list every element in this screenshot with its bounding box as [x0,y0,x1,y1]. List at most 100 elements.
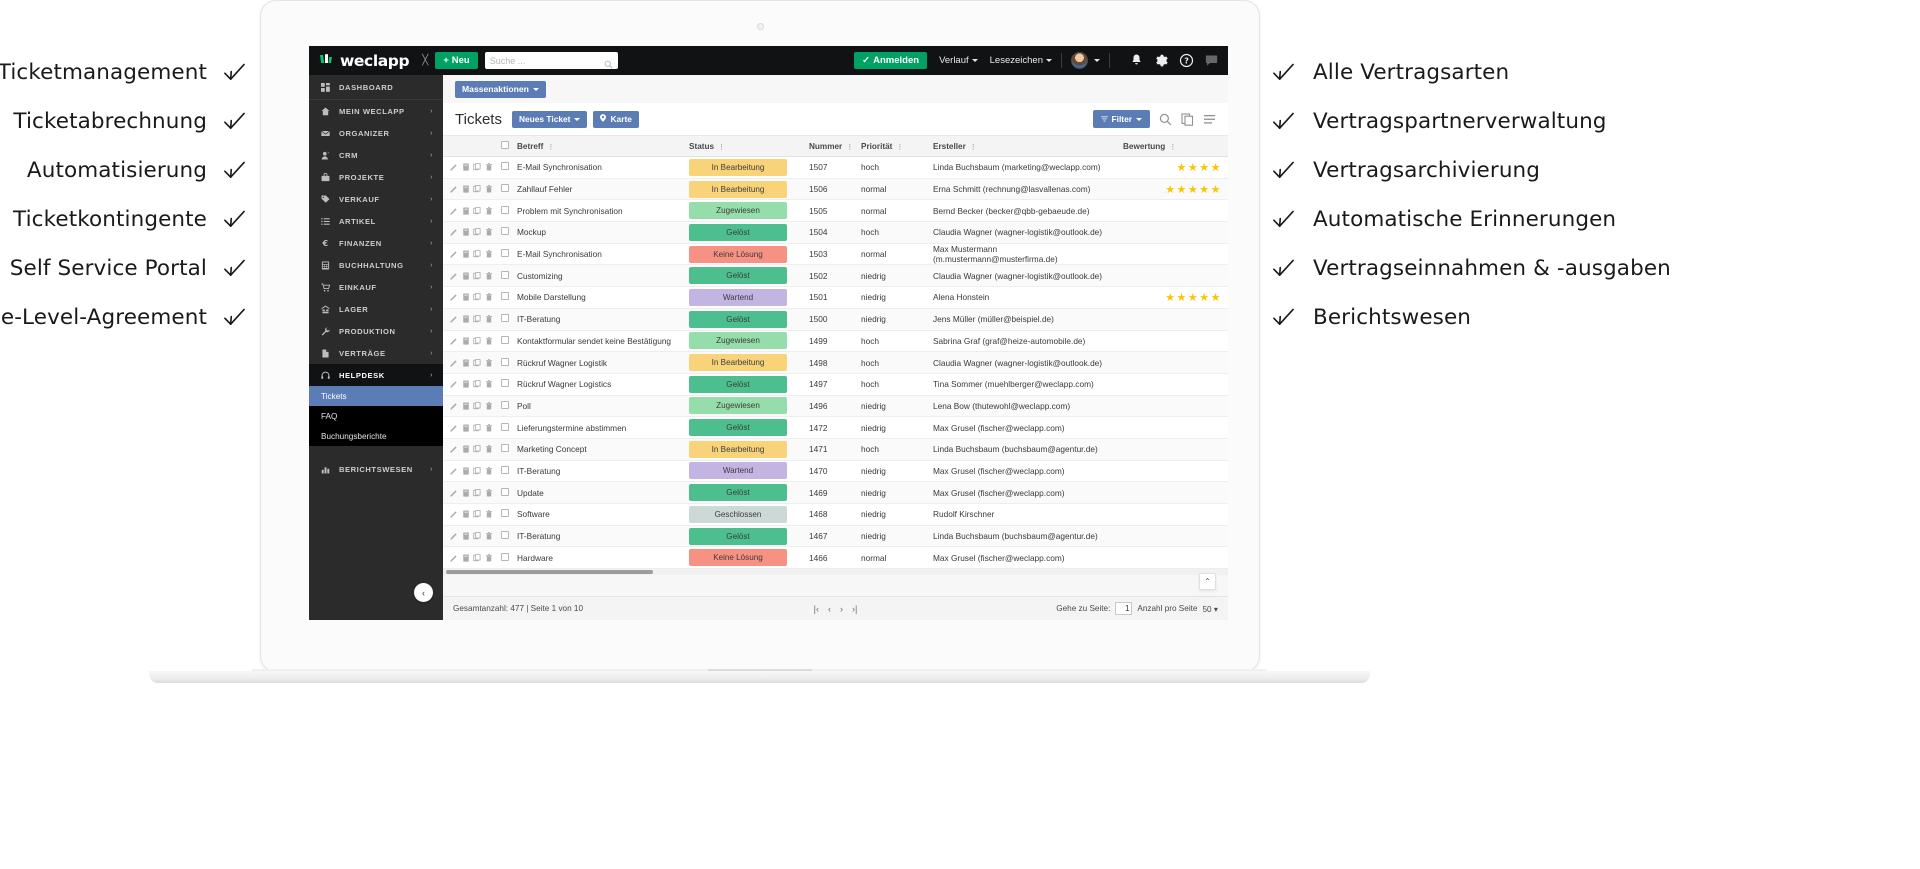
duplicate-icon[interactable] [462,185,470,193]
nav-collapse-icon[interactable]: ╳ [422,55,428,66]
row-checkbox[interactable] [501,270,509,279]
sort-icon[interactable]: ⋮ [547,144,554,151]
sidebar-item-organizer[interactable]: ORGANIZER › [309,122,443,144]
trash-icon[interactable] [485,228,493,236]
pagination-button[interactable]: ‹ [828,604,831,614]
help-icon[interactable]: ? [1179,53,1194,68]
sidebar-collapse-button[interactable]: ‹ [414,583,433,602]
copy-icon[interactable] [473,206,481,215]
duplicate-icon[interactable] [462,510,470,518]
row-checkbox[interactable] [501,249,509,258]
copy-icon[interactable] [473,358,481,367]
row-checkbox[interactable] [501,314,509,323]
row-select-cell[interactable] [493,157,517,179]
copy-icon[interactable] [473,163,481,171]
sort-icon[interactable]: ⋮ [896,144,903,151]
pencil-icon[interactable] [450,380,458,388]
table-row[interactable]: Zahllauf Fehler In Bearbeitung 1506 normal E… [443,178,1228,200]
header-status[interactable]: Status ⋮ [689,135,809,157]
pencil-icon[interactable] [450,163,458,171]
copy-icon[interactable] [473,315,481,323]
scroll-to-top-button[interactable]: ⌃ [1199,573,1216,590]
search-icon[interactable] [1159,113,1172,126]
pencil-icon[interactable] [450,510,458,518]
trash-icon[interactable] [485,163,493,171]
sidebar-item-einkauf[interactable]: EINKAUF › [309,276,443,298]
per-page-select[interactable]: 50 ▾ [1202,604,1218,614]
sort-icon[interactable]: ⋮ [1169,144,1176,151]
pagination-button[interactable]: ›| [852,604,857,614]
sidebar-item-berichtswesen[interactable]: BERICHTSWESEN › [309,458,443,480]
trash-icon[interactable] [485,271,493,280]
row-checkbox[interactable] [501,487,509,496]
duplicate-icon[interactable] [462,293,470,302]
trash-icon[interactable] [485,445,493,453]
scrollbar-thumb[interactable] [446,570,653,575]
trash-icon[interactable] [485,337,493,345]
trash-icon[interactable] [485,402,493,410]
duplicate-icon[interactable] [462,467,470,475]
table-row[interactable]: Rückruf Wagner Logistics Gelöst 1497 hoch Ti… [443,373,1228,396]
table-row[interactable]: Problem mit Synchronisation Zugewiesen 150… [443,200,1228,222]
bell-icon[interactable] [1129,53,1144,68]
row-select-cell[interactable] [493,460,517,482]
copy-icon[interactable] [473,293,481,301]
header-betreff[interactable]: Betreff ⋮ [517,135,689,157]
row-checkbox[interactable] [501,184,509,193]
duplicate-icon[interactable] [462,228,470,237]
table-row[interactable]: Update Gelöst 1469 niedrig Max Grusel (fisch… [443,481,1228,504]
sidebar-item-mein-weclapp[interactable]: MEIN WECLAPP › [309,100,443,122]
duplicate-icon[interactable] [462,532,470,540]
row-checkbox[interactable] [501,552,509,561]
table-row[interactable]: Kontaktformular sendet keine Bestätigung… [443,330,1228,352]
horizontal-scrollbar[interactable] [443,569,1228,576]
sidebar-item-verkauf[interactable]: VERKAUF › [309,188,443,210]
sidebar-item-dashboard[interactable]: DASHBOARD [309,75,443,100]
pagination-button[interactable]: › [840,604,843,614]
duplicate-icon[interactable] [462,207,470,215]
table-row[interactable]: Rückruf Wagner Logistik In Bearbeitung 149… [443,351,1228,374]
copy-icon[interactable] [473,553,481,562]
copy-icon[interactable] [473,250,481,258]
row-select-cell[interactable] [493,525,517,547]
weclapp-logo[interactable]: weclapp [320,52,410,70]
new-ticket-button[interactable]: Neues Ticket [511,110,588,128]
row-select-cell[interactable] [493,482,517,504]
sidebar-item-produktion[interactable]: PRODUKTION › [309,320,443,342]
copy-icon[interactable] [473,488,481,497]
copy-icon[interactable] [473,467,481,475]
table-row[interactable]: Hardware Keine Lösung 1466 normal Max Grusel… [443,547,1228,569]
row-select-cell[interactable] [493,308,517,330]
pencil-icon[interactable] [450,424,458,432]
table-row[interactable]: Customizing Gelöst 1502 niedrig Claudia Wagn… [443,264,1228,287]
header-select-all[interactable] [493,135,517,157]
row-checkbox[interactable] [501,422,509,431]
duplicate-icon[interactable] [462,402,470,410]
row-checkbox[interactable] [501,509,509,518]
copy-icon[interactable] [473,532,481,540]
copy-icon[interactable] [473,510,481,518]
row-select-cell[interactable] [493,373,517,395]
sidebar-item-finanzen[interactable]: € FINANZEN › [309,232,443,254]
map-button[interactable]: Karte [593,110,639,128]
gear-icon[interactable] [1154,53,1169,68]
pencil-icon[interactable] [450,489,458,497]
header-nummer[interactable]: Nummer ⋮ [809,135,861,157]
row-select-cell[interactable] [493,352,517,374]
table-row[interactable]: E-Mail Synchronisation In Bearbeitung 1507… [443,157,1228,179]
sidebar-item-lager[interactable]: LAGER › [309,298,443,320]
row-select-cell[interactable] [493,178,517,200]
copy-icon[interactable] [1181,112,1194,126]
table-row[interactable]: Mockup Gelöst 1504 hoch Claudia Wagner (wagn… [443,221,1228,244]
duplicate-icon[interactable] [462,445,470,453]
row-checkbox[interactable] [501,292,509,301]
row-checkbox[interactable] [501,465,509,474]
avatar-menu[interactable] [1094,59,1100,62]
pencil-icon[interactable] [450,445,458,453]
sidebar-item-buchhaltung[interactable]: BUCHHALTUNG › [309,254,443,276]
pencil-icon[interactable] [450,250,458,258]
row-select-cell[interactable] [493,222,517,244]
login-button[interactable]: ✓ Anmelden [854,52,928,69]
trash-icon[interactable] [485,358,493,367]
page-number-input[interactable] [1115,602,1133,615]
